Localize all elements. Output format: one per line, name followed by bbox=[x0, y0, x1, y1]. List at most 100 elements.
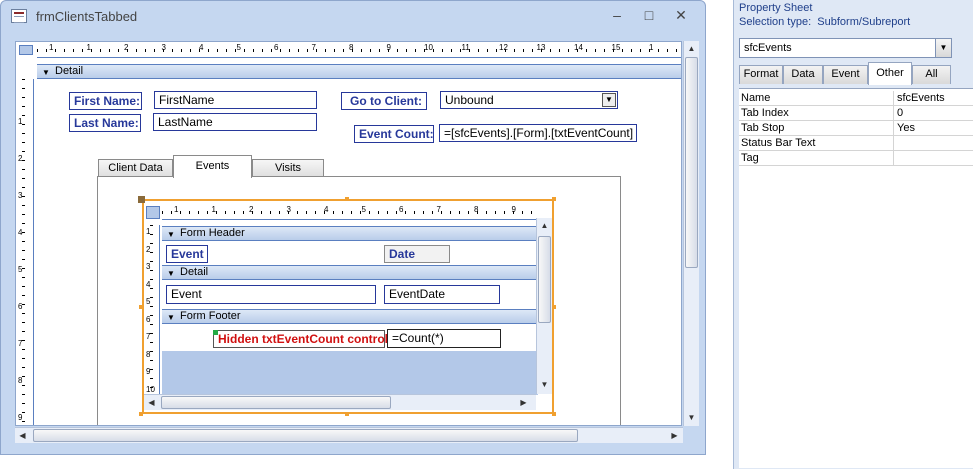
resize-handle-bottom-right[interactable] bbox=[552, 412, 556, 416]
ruler-number: 1 bbox=[86, 43, 91, 52]
first-name-label[interactable]: First Name: bbox=[69, 92, 142, 110]
property-value[interactable]: Yes bbox=[893, 121, 973, 136]
minimize-button[interactable]: – bbox=[603, 5, 631, 25]
resize-handle-bottom[interactable] bbox=[345, 412, 349, 416]
select-form-box[interactable] bbox=[19, 45, 33, 55]
last-name-textbox[interactable]: LastName bbox=[153, 113, 317, 131]
subform-vruler-number: 5 bbox=[146, 297, 151, 306]
ruler-number: 5 bbox=[236, 43, 241, 52]
resize-handle-right[interactable] bbox=[552, 305, 556, 309]
subform-vruler-number: 1 bbox=[146, 227, 151, 236]
tab-visits[interactable]: Visits bbox=[252, 159, 324, 177]
header-event-label[interactable]: Event bbox=[166, 245, 208, 263]
subform-select-box[interactable] bbox=[146, 206, 160, 219]
ruler-number: 1 bbox=[49, 43, 54, 52]
event-date-textbox[interactable]: EventDate bbox=[384, 285, 500, 304]
subform-detail-section-label: Detail bbox=[180, 266, 209, 278]
subform-ruler-number: 9 bbox=[511, 205, 516, 214]
header-date-label[interactable]: Date bbox=[384, 245, 450, 263]
detail-section-bar[interactable]: Detail bbox=[37, 64, 681, 79]
design-canvas: 11234567891011121314151 123456789 Detail… bbox=[15, 41, 682, 426]
subform-horizontal-ruler: 1 1 2 3 4 5 6 7 8 9 bbox=[162, 204, 538, 220]
resize-handle-top-right[interactable] bbox=[552, 197, 556, 201]
property-row[interactable]: Tag bbox=[739, 151, 973, 166]
form-footer-section-bar[interactable]: Form Footer bbox=[162, 309, 538, 324]
move-handle[interactable] bbox=[138, 196, 145, 203]
chevron-down-icon[interactable]: ▼ bbox=[935, 39, 951, 57]
property-sheet-title: Property Sheet bbox=[739, 2, 813, 14]
main-horizontal-scrollbar[interactable]: ◀ ▶ bbox=[15, 427, 683, 443]
event-textbox[interactable]: Event bbox=[166, 285, 376, 304]
scroll-left-icon[interactable]: ◀ bbox=[144, 395, 159, 410]
vruler-number: 4 bbox=[18, 228, 23, 237]
ruler-number: 12 bbox=[499, 43, 508, 52]
tab-events[interactable]: Events bbox=[173, 155, 252, 178]
subform-ruler-number: 6 bbox=[399, 205, 404, 214]
event-count-textbox[interactable]: =[sfcEvents].[Form].[txtEventCount] bbox=[439, 124, 637, 142]
property-row[interactable]: Tab Index 0 bbox=[739, 106, 973, 121]
go-to-client-label[interactable]: Go to Client: bbox=[341, 92, 427, 110]
scroll-left-icon[interactable]: ◀ bbox=[15, 428, 30, 443]
property-row[interactable]: Tab Stop Yes bbox=[739, 121, 973, 136]
property-value[interactable] bbox=[893, 151, 973, 166]
scroll-down-icon[interactable]: ▼ bbox=[537, 377, 552, 392]
subform-horizontal-scroll-thumb[interactable] bbox=[161, 396, 391, 409]
scroll-right-icon[interactable]: ▶ bbox=[667, 428, 682, 443]
ruler-number: 15 bbox=[611, 43, 621, 52]
property-value[interactable] bbox=[893, 136, 973, 151]
scroll-up-icon[interactable]: ▲ bbox=[537, 218, 552, 233]
first-name-textbox[interactable]: FirstName bbox=[154, 91, 317, 109]
object-selector-combo[interactable]: sfcEvents ▼ bbox=[739, 38, 952, 58]
subform-vertical-scroll-thumb[interactable] bbox=[538, 236, 551, 323]
maximize-button[interactable]: □ bbox=[635, 5, 663, 25]
subform-control[interactable]: 1 1 2 3 4 5 6 7 8 9 1 2 3 4 5 6 7 8 9 10 Form Header Event… bbox=[142, 199, 554, 414]
scroll-up-icon[interactable]: ▲ bbox=[684, 41, 699, 56]
subform-vertical-scrollbar[interactable]: ▲ ▼ bbox=[536, 218, 552, 394]
scroll-down-icon[interactable]: ▼ bbox=[684, 410, 699, 425]
subform-ruler-number: 1 bbox=[211, 205, 216, 214]
resize-handle-top[interactable] bbox=[345, 197, 349, 201]
main-vertical-scroll-thumb[interactable] bbox=[685, 57, 698, 268]
property-name: Name bbox=[741, 92, 771, 104]
go-to-client-combo[interactable]: Unbound ▼ bbox=[440, 91, 618, 109]
scroll-right-icon[interactable]: ▶ bbox=[516, 395, 531, 410]
property-value[interactable]: 0 bbox=[893, 106, 973, 121]
subform-detail-section-bar[interactable]: Detail bbox=[162, 265, 538, 280]
form-icon bbox=[11, 9, 27, 23]
resize-handle-left[interactable] bbox=[139, 305, 143, 309]
property-name: Status Bar Text bbox=[741, 137, 816, 149]
count-textbox[interactable]: =Count(*) bbox=[387, 329, 501, 348]
vruler-number: 6 bbox=[18, 302, 23, 311]
subform-vruler-number: 7 bbox=[146, 332, 151, 341]
ruler-number: 8 bbox=[349, 43, 354, 52]
main-horizontal-scroll-thumb[interactable] bbox=[33, 429, 578, 442]
vertical-ruler: 1 2 3 4 5 6 7 8 9 bbox=[16, 79, 34, 425]
close-button[interactable]: ✕ bbox=[667, 5, 695, 25]
chevron-down-icon[interactable]: ▼ bbox=[602, 93, 616, 107]
subform-horizontal-scrollbar[interactable]: ◀ ▶ bbox=[144, 394, 536, 410]
property-value[interactable]: sfcEvents bbox=[893, 91, 973, 106]
resize-handle-bottom-left[interactable] bbox=[139, 412, 143, 416]
subform-ruler-number: 1 bbox=[174, 205, 179, 214]
subform-vruler-number: 3 bbox=[146, 262, 151, 271]
form-footer-section-label: Form Footer bbox=[180, 310, 241, 322]
tab-data[interactable]: Data bbox=[783, 65, 823, 84]
tab-format[interactable]: Format bbox=[739, 65, 783, 84]
tab-event[interactable]: Event bbox=[823, 65, 868, 84]
property-row[interactable]: Name sfcEvents bbox=[739, 91, 973, 106]
main-vertical-scrollbar[interactable]: ▲ ▼ bbox=[683, 41, 699, 426]
tab-other[interactable]: Other bbox=[868, 62, 912, 85]
ruler-number: 7 bbox=[311, 43, 316, 52]
tab-all[interactable]: All bbox=[912, 65, 951, 84]
property-row[interactable]: Status Bar Text bbox=[739, 136, 973, 151]
form-header-section-bar[interactable]: Form Header bbox=[162, 226, 538, 241]
ruler-number: 13 bbox=[536, 43, 546, 52]
subform-ruler-number: 8 bbox=[474, 205, 479, 214]
property-sheet: Property Sheet Selection type: Subform/S… bbox=[733, 0, 973, 469]
horizontal-ruler: 1 1 2 3 4 5 6 7 8 9 10 11 12 13 14 15 1 bbox=[37, 42, 681, 58]
event-count-label[interactable]: Event Count: bbox=[354, 125, 434, 143]
last-name-label[interactable]: Last Name: bbox=[69, 114, 141, 132]
tab-client-data[interactable]: Client Data bbox=[98, 159, 173, 177]
error-indicator-icon bbox=[213, 330, 218, 335]
hidden-txteventcount-label[interactable]: Hidden txtEventCount control: bbox=[213, 330, 392, 348]
